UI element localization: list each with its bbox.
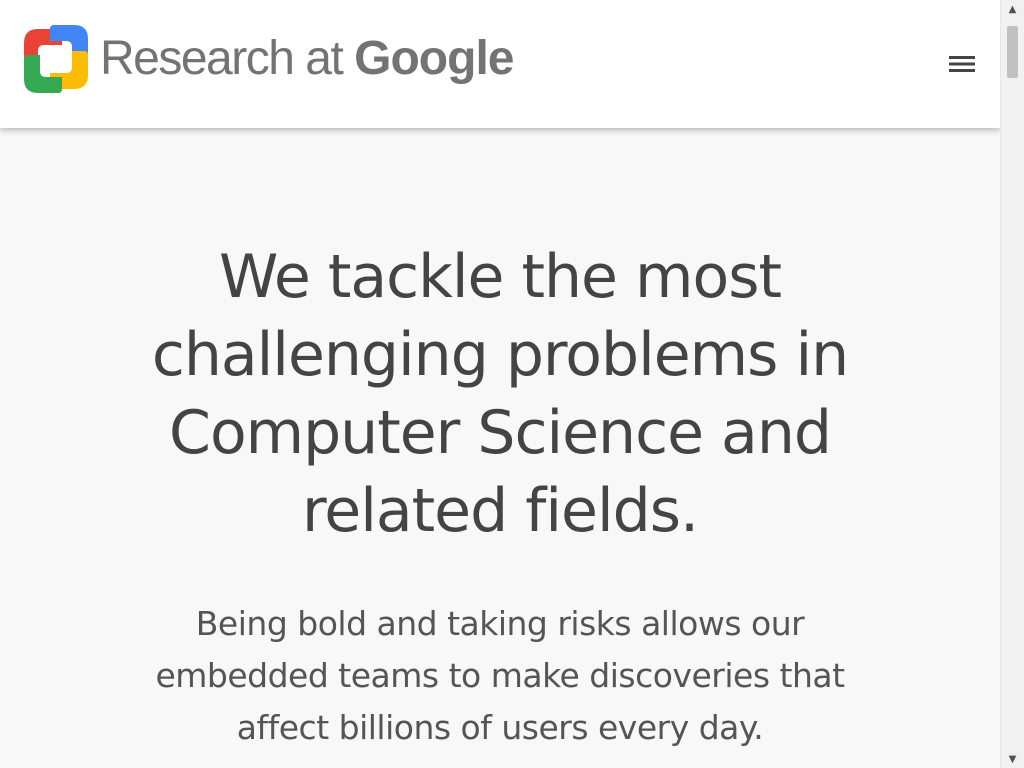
vertical-scrollbar[interactable]: ▲ ▼ bbox=[1000, 0, 1024, 768]
scrollbar-thumb[interactable] bbox=[1007, 26, 1018, 78]
site-header: Research at Google bbox=[0, 0, 1000, 128]
page-viewport: Research at Google We tackle the most ch… bbox=[0, 0, 1000, 768]
scroll-down-arrow-icon[interactable]: ▼ bbox=[1001, 750, 1024, 768]
home-link[interactable]: Research at Google bbox=[24, 24, 514, 94]
scroll-up-arrow-icon[interactable]: ▲ bbox=[1001, 0, 1024, 18]
google-research-logo-icon bbox=[24, 25, 88, 93]
brand-name: Research at Google bbox=[100, 32, 514, 85]
hero-headline: We tackle the most challenging problems … bbox=[151, 242, 849, 546]
brand-google-wordmark: Google bbox=[354, 32, 514, 85]
hero-section: We tackle the most challenging problems … bbox=[0, 128, 1000, 754]
hero-subtext: Being bold and taking risks allows our e… bbox=[155, 604, 845, 747]
hamburger-menu-icon bbox=[948, 54, 976, 74]
menu-button[interactable] bbox=[944, 48, 980, 80]
brand-prefix: Research at bbox=[100, 32, 355, 85]
